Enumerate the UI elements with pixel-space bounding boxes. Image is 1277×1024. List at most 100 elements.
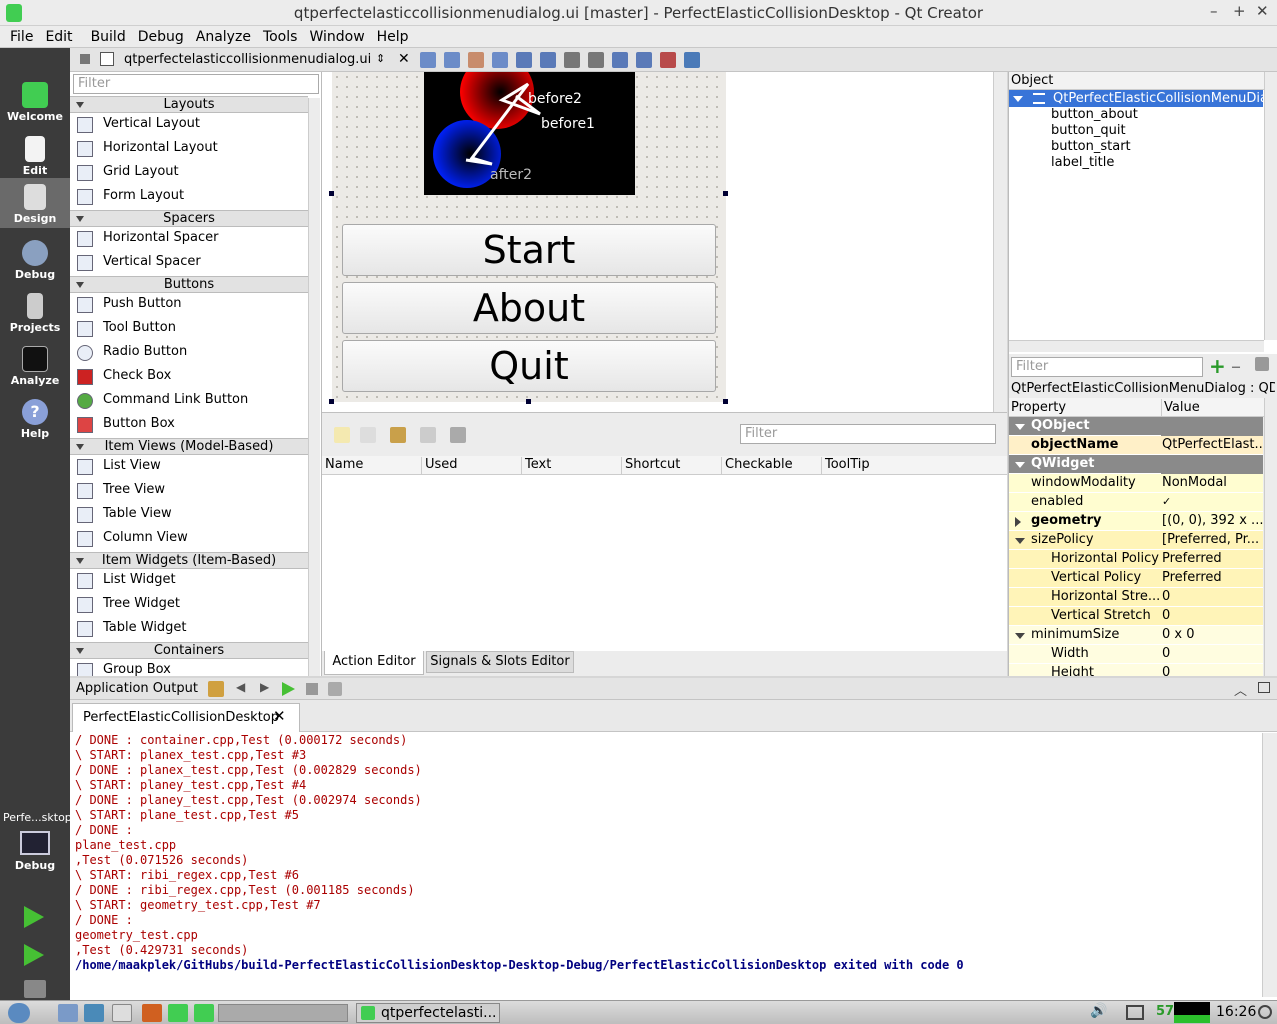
- menu-help[interactable]: Help: [371, 26, 415, 45]
- layout-horizontal-icon[interactable]: [516, 52, 532, 68]
- widget-item[interactable]: Command Link Button: [74, 389, 308, 413]
- mode-help[interactable]: ? Help: [0, 393, 70, 445]
- collapsed-arrow-icon[interactable]: [1015, 517, 1021, 527]
- property-row[interactable]: QObject: [1009, 417, 1263, 436]
- adjust-size-icon[interactable]: [684, 52, 700, 68]
- object-child[interactable]: label_title: [1051, 155, 1114, 171]
- property-row[interactable]: Horizontal Stre... 0: [1009, 588, 1263, 607]
- object-v-scrollbar[interactable]: [1264, 72, 1277, 340]
- settings-icon[interactable]: [84, 1004, 104, 1022]
- property-row[interactable]: sizePolicy [Preferred, Pr...: [1009, 531, 1263, 550]
- col-checkable[interactable]: Checkable: [722, 457, 822, 475]
- col-used[interactable]: Used: [422, 457, 522, 475]
- col-text[interactable]: Text: [522, 457, 622, 475]
- start-menu-icon[interactable]: [8, 1003, 30, 1023]
- widget-item[interactable]: Push Button: [74, 293, 308, 317]
- widget-item[interactable]: Grid Layout: [74, 161, 308, 185]
- property-row[interactable]: geometry [(0, 0), 392 x ...: [1009, 512, 1263, 531]
- property-value[interactable]: [(0, 0), 392 x ...: [1161, 512, 1263, 531]
- clean-output-icon[interactable]: [208, 681, 224, 697]
- menu-analyze[interactable]: Analyze: [190, 26, 257, 45]
- property-row[interactable]: QWidget: [1009, 455, 1263, 474]
- widget-item[interactable]: Vertical Spacer: [74, 251, 308, 275]
- network-icon[interactable]: [1126, 1005, 1144, 1020]
- menu-file[interactable]: File: [4, 26, 39, 45]
- close-tab-icon[interactable]: ✕: [273, 707, 286, 725]
- stop-icon[interactable]: [306, 683, 318, 695]
- workspace-switcher[interactable]: [218, 1004, 348, 1022]
- mode-welcome[interactable]: Welcome: [0, 76, 70, 128]
- configure-property-icon[interactable]: [1255, 357, 1269, 371]
- property-value[interactable]: 0 x 0: [1161, 626, 1263, 645]
- volume-icon[interactable]: 🔊: [1090, 1003, 1107, 1019]
- output-scrollbar[interactable]: [1262, 733, 1277, 997]
- edit-signals-icon[interactable]: [444, 52, 460, 68]
- widget-filter-input[interactable]: Filter: [73, 74, 319, 94]
- property-scrollbar[interactable]: [1264, 398, 1277, 676]
- run-icon[interactable]: [24, 906, 44, 928]
- close-document-icon[interactable]: ✕: [398, 51, 410, 67]
- menu-debug[interactable]: Debug: [132, 26, 190, 45]
- object-child[interactable]: button_about: [1051, 107, 1138, 123]
- property-row[interactable]: windowModality NonModal: [1009, 474, 1263, 493]
- object-child[interactable]: button_start: [1051, 139, 1131, 155]
- open-file-name[interactable]: qtperfectelasticcollisionmenudialog.ui: [124, 52, 371, 67]
- output-tab[interactable]: PerfectElasticCollisionDesktop ✕: [72, 703, 300, 732]
- widget-box-scrollbar[interactable]: [308, 98, 320, 676]
- category-containers[interactable]: Containers: [70, 642, 308, 659]
- menu-tools[interactable]: Tools: [257, 26, 304, 45]
- delete-action-icon[interactable]: [420, 427, 436, 443]
- start-button[interactable]: Start: [342, 224, 716, 276]
- configure-icon[interactable]: [450, 427, 466, 443]
- widget-item[interactable]: Group Box: [74, 659, 308, 676]
- property-row[interactable]: Vertical Stretch 0: [1009, 607, 1263, 626]
- menu-window[interactable]: Window: [303, 26, 370, 45]
- close-pane-icon[interactable]: [1258, 682, 1270, 693]
- widget-item[interactable]: Vertical Layout: [74, 113, 308, 137]
- mode-design[interactable]: Design: [0, 178, 70, 228]
- maximize-icon[interactable]: +: [1233, 2, 1246, 20]
- remove-property-icon[interactable]: –: [1231, 356, 1241, 376]
- build-hammer-icon[interactable]: [24, 980, 46, 998]
- file-manager-icon[interactable]: [58, 1004, 78, 1022]
- widget-item[interactable]: Radio Button: [74, 341, 308, 365]
- object-h-scrollbar[interactable]: [1009, 340, 1264, 352]
- edit-tab-order-icon[interactable]: [492, 52, 508, 68]
- action-filter-input[interactable]: Filter: [740, 424, 996, 444]
- property-row[interactable]: enabled ✓: [1009, 493, 1263, 512]
- expanded-arrow-icon[interactable]: [1015, 424, 1025, 430]
- attach-debugger-icon[interactable]: [328, 682, 342, 696]
- title-image[interactable]: before2 before1 after2: [424, 72, 635, 195]
- mode-projects[interactable]: Projects: [0, 287, 70, 339]
- property-row[interactable]: minimumSize 0 x 0: [1009, 626, 1263, 645]
- tab-signals-slots[interactable]: Signals & Slots Editor: [426, 651, 574, 673]
- rerun-icon[interactable]: [282, 682, 295, 696]
- property-row[interactable]: Horizontal Policy Preferred: [1009, 550, 1263, 569]
- minimize-icon[interactable]: –: [1210, 2, 1218, 20]
- widget-item[interactable]: Button Box: [74, 413, 308, 437]
- mode-debug[interactable]: Debug: [0, 234, 70, 286]
- debug-run-icon[interactable]: [24, 944, 44, 966]
- property-value[interactable]: 0: [1161, 645, 1263, 664]
- close-icon[interactable]: ✕: [1256, 2, 1269, 20]
- category-item-widgets[interactable]: Item Widgets (Item-Based): [70, 552, 308, 569]
- layout-grid-icon[interactable]: [636, 52, 652, 68]
- property-value[interactable]: 0: [1161, 664, 1263, 676]
- collapse-pane-icon[interactable]: ︿: [1234, 680, 1247, 699]
- resize-handle[interactable]: [329, 191, 334, 196]
- property-value[interactable]: NonModal: [1161, 474, 1263, 493]
- widget-item[interactable]: Horizontal Layout: [74, 137, 308, 161]
- col-property[interactable]: Property: [1011, 399, 1066, 416]
- qt-app-icon[interactable]: [194, 1004, 214, 1022]
- power-icon[interactable]: [1258, 1005, 1272, 1019]
- col-shortcut[interactable]: Shortcut: [622, 457, 722, 475]
- expanded-arrow-icon[interactable]: [1015, 538, 1025, 544]
- property-value[interactable]: [1161, 417, 1263, 436]
- widget-item[interactable]: Tree View: [74, 479, 308, 503]
- mode-analyze[interactable]: Analyze: [0, 340, 70, 392]
- file-combo-arrows-icon[interactable]: ⇕: [376, 52, 385, 65]
- widget-item[interactable]: List View: [74, 455, 308, 479]
- category-spacers[interactable]: Spacers: [70, 210, 308, 227]
- resize-handle[interactable]: [526, 399, 531, 404]
- expanded-arrow-icon[interactable]: [1015, 633, 1025, 639]
